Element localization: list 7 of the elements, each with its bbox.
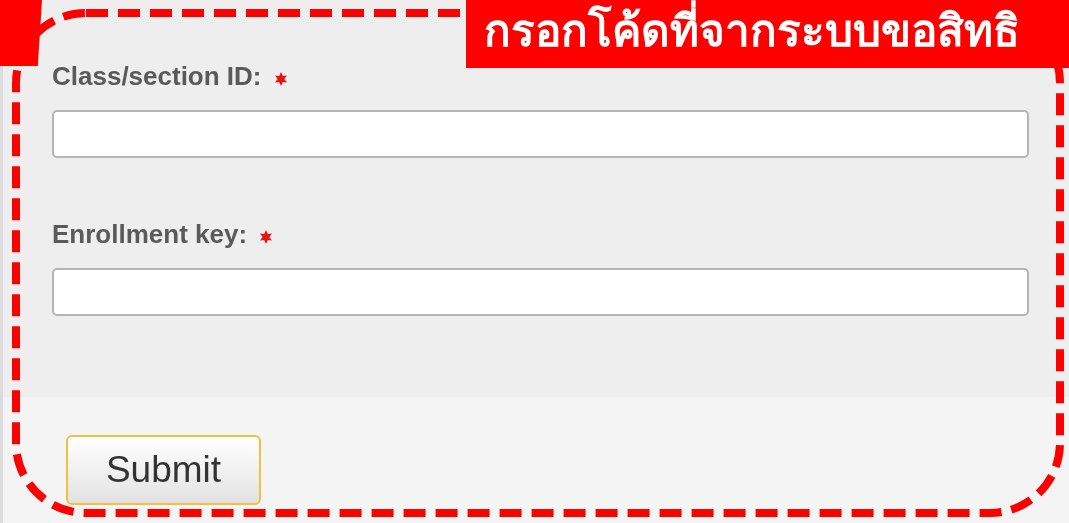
annotation-label: กรอกโค้ดที่จากระบบขอสิทธิ [466,0,1069,68]
field-label: Enrollment key: [52,218,248,250]
submit-button[interactable]: Submit [66,435,261,505]
field-label: Class/section ID: [52,60,262,92]
annotation-marker [0,0,42,66]
text-field[interactable] [52,268,1029,316]
text-field[interactable] [52,110,1029,158]
